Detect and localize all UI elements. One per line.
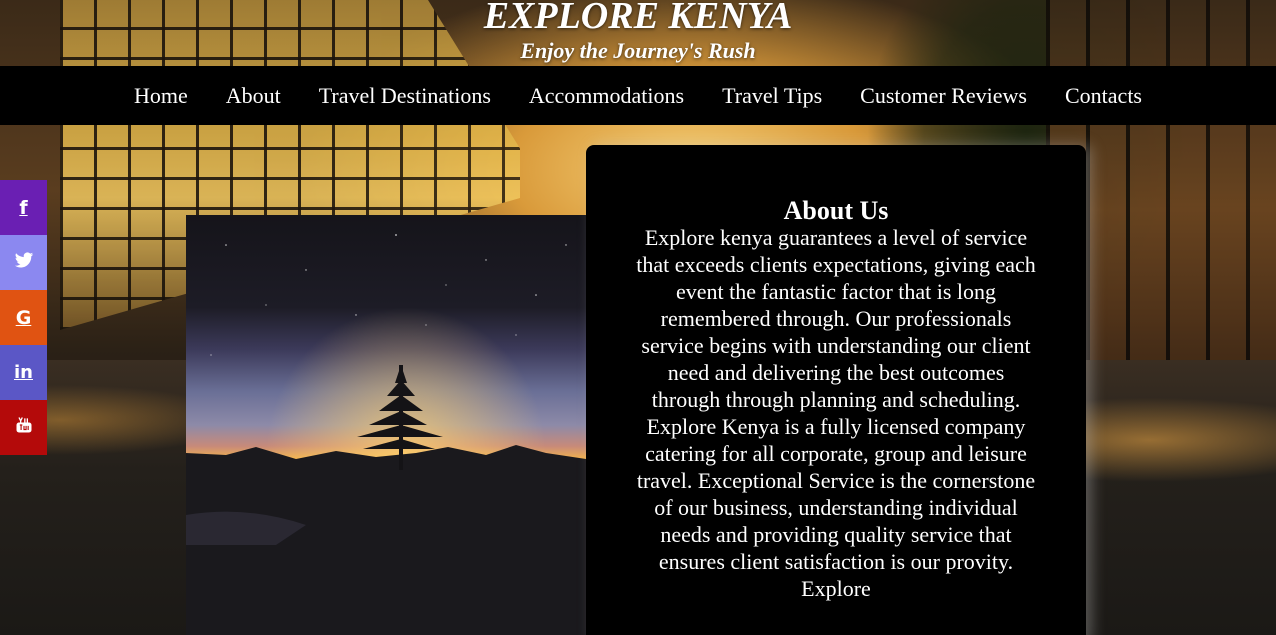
sunset-tree-illustration — [186, 215, 586, 635]
nav-link-travel-destinations[interactable]: Travel Destinations — [300, 66, 510, 125]
twitter-icon — [14, 250, 34, 275]
youtube-button[interactable] — [0, 400, 47, 455]
linkedin-icon: in — [14, 362, 33, 383]
main-navbar: Home About Travel Destinations Accommoda… — [0, 66, 1276, 125]
nav-link-about[interactable]: About — [207, 66, 300, 125]
social-share-bar: f G in — [0, 180, 47, 455]
facebook-button[interactable]: f — [0, 180, 47, 235]
site-header: EXPLORE KENYA Enjoy the Journey's Rush — [0, 0, 1276, 66]
nav-link-customer-reviews[interactable]: Customer Reviews — [841, 66, 1046, 125]
about-us-body: Explore kenya guarantees a level of serv… — [636, 225, 1036, 601]
google-icon: G — [15, 306, 32, 329]
nav-link-travel-tips[interactable]: Travel Tips — [703, 66, 841, 125]
landscape-photo — [186, 215, 586, 635]
site-title: EXPLORE KENYA — [483, 0, 793, 37]
youtube-icon — [14, 415, 34, 440]
about-us-card: About Us Explore kenya guarantees a leve… — [586, 145, 1086, 635]
linkedin-button[interactable]: in — [0, 345, 47, 400]
site-tagline: Enjoy the Journey's Rush — [520, 38, 756, 63]
nav-link-home[interactable]: Home — [115, 66, 207, 125]
nav-link-contacts[interactable]: Contacts — [1046, 66, 1161, 125]
google-button[interactable]: G — [0, 290, 47, 345]
nav-link-accommodations[interactable]: Accommodations — [510, 66, 703, 125]
facebook-icon: f — [19, 196, 28, 219]
about-us-title: About Us — [783, 196, 889, 225]
twitter-button[interactable] — [0, 235, 47, 290]
